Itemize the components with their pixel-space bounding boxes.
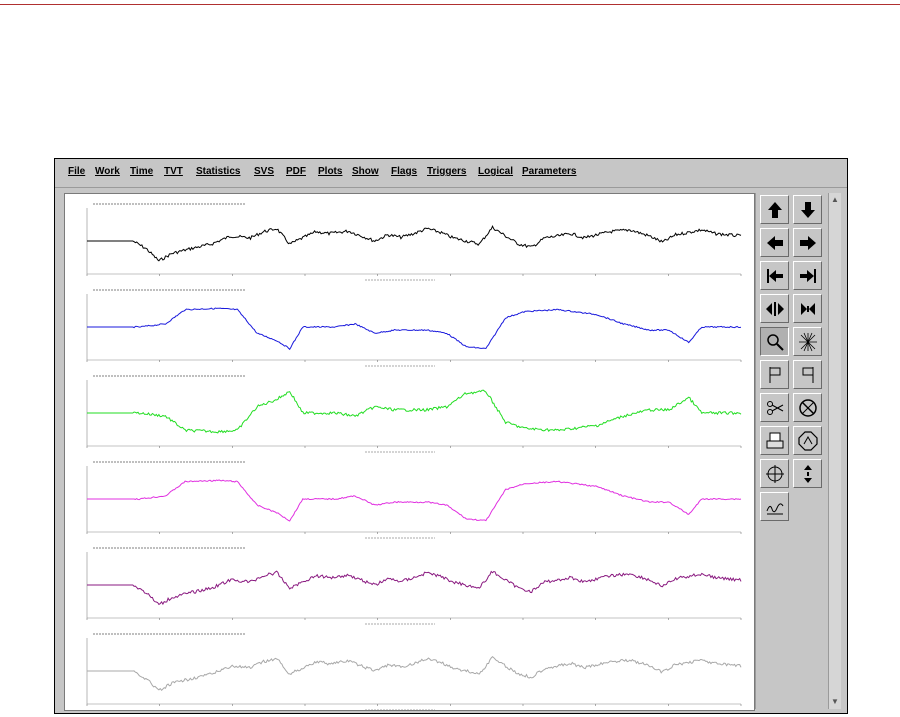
zoom-button[interactable] xyxy=(760,327,789,356)
plot-gray[interactable] xyxy=(86,633,742,710)
compress-button[interactable] xyxy=(793,294,822,323)
vertical-scrollbar[interactable]: ▲ ▼ xyxy=(828,193,841,709)
flag-right-button[interactable] xyxy=(793,360,822,389)
plot-trace xyxy=(87,224,742,262)
cut-button[interactable] xyxy=(760,393,789,422)
top-rule xyxy=(0,4,900,5)
vertical-resize-icon xyxy=(803,464,812,483)
scroll-left-button[interactable] xyxy=(760,228,789,257)
plot-green[interactable] xyxy=(86,375,742,453)
magnifier-icon xyxy=(766,333,784,351)
plot-axis xyxy=(86,294,741,361)
plot-axis xyxy=(86,638,741,705)
menu-tvt[interactable]: TVT xyxy=(164,166,183,177)
crosshair-button[interactable] xyxy=(760,459,789,488)
stop-button[interactable] xyxy=(793,426,822,455)
no-cut-button[interactable] xyxy=(793,393,822,422)
menu-work[interactable]: Work xyxy=(95,166,120,177)
starburst-icon xyxy=(798,332,817,351)
no-cut-icon xyxy=(798,398,817,417)
plot-axis xyxy=(86,380,741,447)
toolbar xyxy=(755,193,826,709)
arrow-down-icon xyxy=(800,201,815,218)
scissors-icon xyxy=(766,400,783,415)
menu-file[interactable]: File xyxy=(68,166,85,177)
go-end-button[interactable] xyxy=(793,261,822,290)
scroll-down-arrow-icon[interactable]: ▼ xyxy=(829,696,841,708)
plot-trace xyxy=(87,656,742,692)
printer-icon xyxy=(766,432,783,448)
stop-sign-icon xyxy=(797,430,818,451)
signature-icon xyxy=(766,502,783,514)
expand-horizontal-icon xyxy=(765,301,784,316)
menu-flags[interactable]: Flags xyxy=(391,166,417,177)
menu-triggers[interactable]: Triggers xyxy=(427,166,466,177)
menu-plots[interactable]: Plots xyxy=(318,166,342,177)
menu-bar: File Work Time TVT Statistics SVS PDF Plots Show… xyxy=(55,159,847,188)
plot-trace xyxy=(87,479,742,522)
plot-axis xyxy=(86,208,741,275)
menu-svs[interactable]: SVS xyxy=(254,166,274,177)
flag-right-icon xyxy=(802,366,813,383)
plot-purple[interactable] xyxy=(86,547,742,625)
print-button[interactable] xyxy=(760,426,789,455)
scroll-down-button[interactable] xyxy=(793,195,822,224)
scroll-up-button[interactable] xyxy=(760,195,789,224)
plot-magenta[interactable] xyxy=(86,461,742,539)
menu-show[interactable]: Show xyxy=(352,166,379,177)
starburst-button[interactable] xyxy=(793,327,822,356)
crosshair-icon xyxy=(765,464,784,483)
plot-trace xyxy=(87,307,742,351)
arrow-right-icon xyxy=(799,235,816,250)
go-start-button[interactable] xyxy=(760,261,789,290)
compress-horizontal-icon xyxy=(800,302,815,315)
scroll-up-arrow-icon[interactable]: ▲ xyxy=(829,194,841,206)
app-window: File Work Time TVT Statistics SVS PDF Plots Show… xyxy=(54,158,848,714)
signature-button[interactable] xyxy=(760,492,789,521)
menu-parameters[interactable]: Parameters xyxy=(522,166,576,177)
arrow-left-icon xyxy=(766,235,783,250)
plot-axis xyxy=(86,552,741,619)
expand-button[interactable] xyxy=(760,294,789,323)
menu-time[interactable]: Time xyxy=(130,166,153,177)
plot-axis xyxy=(86,466,741,533)
menu-statistics[interactable]: Statistics xyxy=(196,166,240,177)
plot-trace xyxy=(87,389,742,434)
plot-area[interactable] xyxy=(64,193,755,711)
scroll-right-button[interactable] xyxy=(793,228,822,257)
go-end-icon xyxy=(799,268,816,283)
plots-canvas[interactable] xyxy=(65,194,754,710)
flag-left-icon xyxy=(769,366,780,383)
plot-black[interactable] xyxy=(86,203,742,281)
arrow-up-icon xyxy=(767,201,782,218)
menu-pdf[interactable]: PDF xyxy=(286,166,306,177)
flag-left-button[interactable] xyxy=(760,360,789,389)
go-start-icon xyxy=(766,268,783,283)
plot-blue[interactable] xyxy=(86,289,742,367)
plot-trace xyxy=(87,570,742,606)
vertical-resize-button[interactable] xyxy=(793,459,822,488)
menu-logical[interactable]: Logical xyxy=(478,166,513,177)
